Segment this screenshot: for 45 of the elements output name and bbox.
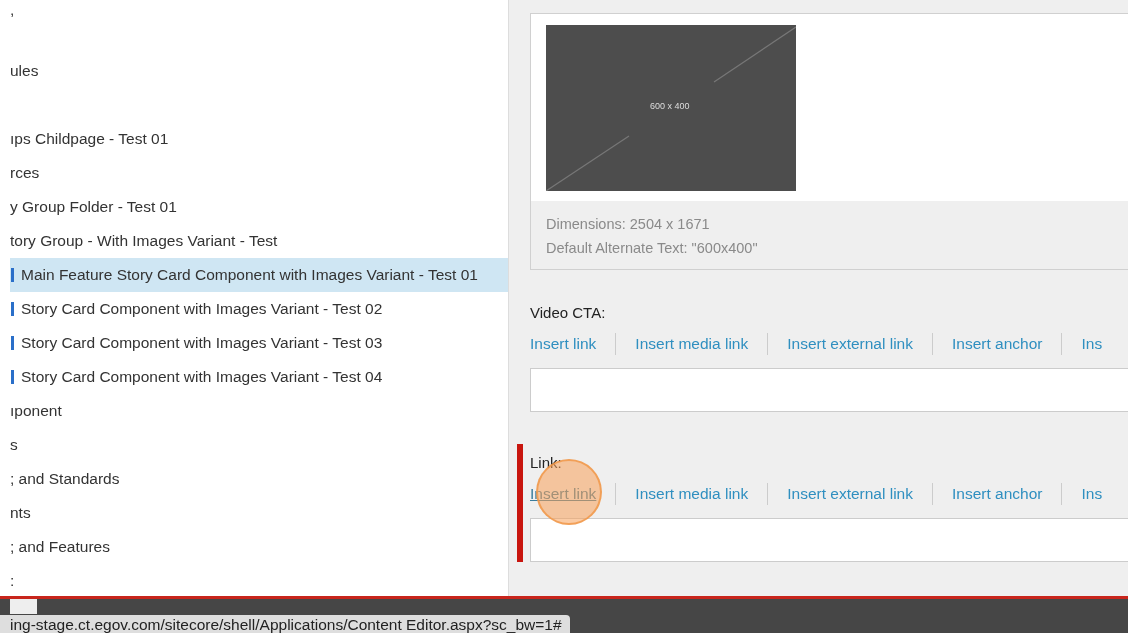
item-label: rces [10, 164, 40, 182]
image-alt-text: Default Alternate Text: "600x400" [546, 239, 759, 258]
image-dimensions: Dimensions: 2504 x 1671 [546, 215, 711, 234]
item-label: : [10, 572, 15, 590]
item-label: s [10, 436, 18, 454]
item-label: ; and Features [10, 538, 110, 556]
scrollbar[interactable] [10, 599, 37, 614]
image-size-label: 600 x 400 [650, 101, 690, 111]
tree-item[interactable]: , [10, 0, 508, 20]
item-label: Story Card Component with Images Variant - Test 04 [21, 368, 383, 386]
item-label: ules [10, 62, 39, 80]
item-label: ıps Childpage - Test 01 [10, 130, 169, 148]
tree-item[interactable]: tory Group - With Images Variant - Test [10, 224, 508, 258]
tree-item[interactable]: Story Card Component with Images Variant - Test 04 [10, 360, 508, 394]
item-label: ıponent [10, 402, 62, 420]
tree-item[interactable]: : [10, 564, 508, 596]
item-label: nts [10, 504, 31, 522]
tree-item[interactable]: ; and Features [10, 530, 508, 564]
item-label: Story Card Component with Images Variant - Test 02 [21, 300, 383, 318]
item-icon [11, 302, 14, 316]
field-label: Link: [530, 454, 563, 471]
item-label: ; and Standards [10, 470, 120, 488]
tree-item[interactable]: ules [10, 20, 508, 88]
tree-item[interactable]: rces [10, 156, 508, 190]
item-label: tory Group - With Images Variant - Test [10, 232, 278, 250]
tree-item[interactable]: ıps Childpage - Test 01 [10, 88, 508, 156]
tree-item[interactable]: ; and Standards [10, 462, 508, 496]
item-icon [11, 268, 14, 282]
input-field[interactable] [530, 518, 1128, 562]
tree-item[interactable]: nts [10, 496, 508, 530]
field-label: Video CTA: [530, 304, 607, 321]
tree-item[interactable]: ıponent [10, 394, 508, 428]
tree-item[interactable]: y Group Folder - Test 01 [10, 190, 508, 224]
item-label: Main Feature Story Card Component with Images Variant - Test 01 [21, 266, 478, 284]
item-icon [11, 370, 14, 384]
input-field[interactable] [530, 368, 1128, 412]
status-url: ing-stage.ct.egov.com/sitecore/shell/Applications/Content Editor.aspx?sc_bw=1# [0, 615, 570, 633]
item-label: y Group Folder - Test 01 [10, 198, 177, 216]
item-label: , [10, 1, 15, 19]
item-icon [11, 336, 14, 350]
tree-item[interactable]: Story Card Component with Images Variant - Test 02 [10, 292, 508, 326]
item-label: Story Card Component with Images Variant - Test 03 [21, 334, 383, 352]
tree-item[interactable]: Story Card Component with Images Variant - Test 03 [10, 326, 508, 360]
tree-item[interactable]: Main Feature Story Card Component with Images Variant - Test 01 [10, 258, 508, 292]
tree-item[interactable]: s [10, 428, 508, 462]
